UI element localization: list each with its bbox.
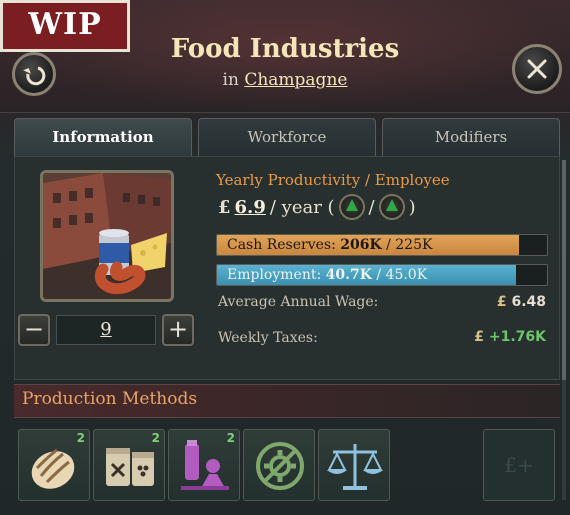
location-link[interactable]: Champagne bbox=[244, 70, 347, 90]
production-method-count: 2 bbox=[76, 431, 85, 445]
scrollbar-thumb[interactable] bbox=[562, 160, 566, 380]
production-method-distillery[interactable]: 2 bbox=[168, 429, 240, 501]
add-production-method-slot[interactable]: £+ bbox=[483, 429, 555, 501]
production-methods-title: Production Methods bbox=[22, 389, 198, 409]
employment-value: 40.7K bbox=[325, 267, 372, 283]
average-wage-value[interactable]: £ 6.48 bbox=[497, 294, 546, 310]
building-title: Food Industries bbox=[170, 34, 400, 64]
weekly-taxes-amount: +1.76K bbox=[488, 329, 546, 345]
production-method-ownership[interactable] bbox=[318, 429, 390, 501]
employment-label: Employment: bbox=[227, 267, 322, 283]
productivity-label: Yearly Productivity / Employee bbox=[216, 171, 450, 189]
production-method-count: 2 bbox=[151, 431, 160, 445]
weekly-taxes-label: Weekly Taxes: bbox=[218, 330, 318, 346]
average-wage-label: Average Annual Wage: bbox=[218, 294, 379, 310]
employment-text: Employment: 40.7K / 45.0K bbox=[227, 265, 427, 285]
pound-icon: £ bbox=[474, 329, 484, 345]
cash-reserves-bar[interactable]: Cash Reserves: 206K / 225K bbox=[216, 234, 548, 256]
pound-icon: £ bbox=[496, 294, 507, 310]
no-automation-icon bbox=[256, 442, 304, 490]
level-stepper: − 9 + bbox=[18, 314, 194, 346]
svg-text:£+: £+ bbox=[504, 453, 533, 477]
pound-plus-icon: £+ bbox=[504, 453, 533, 477]
trend-up-icon[interactable] bbox=[338, 194, 365, 220]
increase-level-button[interactable]: + bbox=[162, 314, 194, 346]
pound-icon: £ bbox=[218, 196, 231, 218]
cash-reserves-max: / 225K bbox=[386, 237, 433, 253]
trend-up-icon[interactable] bbox=[378, 194, 405, 220]
tab-information[interactable]: Information bbox=[14, 118, 192, 156]
location-prefix: in bbox=[222, 70, 239, 90]
production-method-no-automation[interactable] bbox=[243, 429, 315, 501]
production-method-canned-goods[interactable]: 2 bbox=[93, 429, 165, 501]
cash-reserves-value: 206K bbox=[340, 237, 382, 253]
food-industries-illustration bbox=[40, 170, 174, 302]
productivity-separator: / bbox=[368, 196, 375, 218]
production-method-count: 2 bbox=[226, 431, 235, 445]
productivity-row: £ 6.9 / year ( / ) bbox=[218, 194, 416, 220]
scales-icon bbox=[327, 444, 383, 490]
tab-bar: Information Workforce Modifiers bbox=[14, 118, 560, 156]
scrollbar[interactable] bbox=[562, 160, 566, 500]
tab-workforce[interactable]: Workforce bbox=[198, 118, 376, 156]
decrease-level-button[interactable]: − bbox=[18, 314, 50, 346]
tab-modifiers[interactable]: Modifiers bbox=[382, 118, 560, 156]
productivity-value[interactable]: 6.9 bbox=[235, 197, 266, 218]
cash-reserves-label: Cash Reserves: bbox=[227, 237, 336, 253]
weekly-taxes-value[interactable]: £ +1.76K bbox=[474, 329, 546, 345]
average-wage-amount: 6.48 bbox=[511, 294, 546, 310]
building-art bbox=[43, 173, 171, 299]
employment-bar[interactable]: Employment: 40.7K / 45.0K bbox=[216, 264, 548, 286]
cash-reserves-text: Cash Reserves: 206K / 225K bbox=[227, 235, 432, 255]
level-value: 9 bbox=[56, 315, 156, 345]
production-method-bread[interactable]: 2 bbox=[18, 429, 90, 501]
productivity-close: ) bbox=[408, 196, 416, 218]
building-location: in Champagne bbox=[0, 70, 570, 90]
employment-max: / 45.0K bbox=[376, 267, 428, 283]
productivity-unit: / year ( bbox=[269, 196, 335, 218]
